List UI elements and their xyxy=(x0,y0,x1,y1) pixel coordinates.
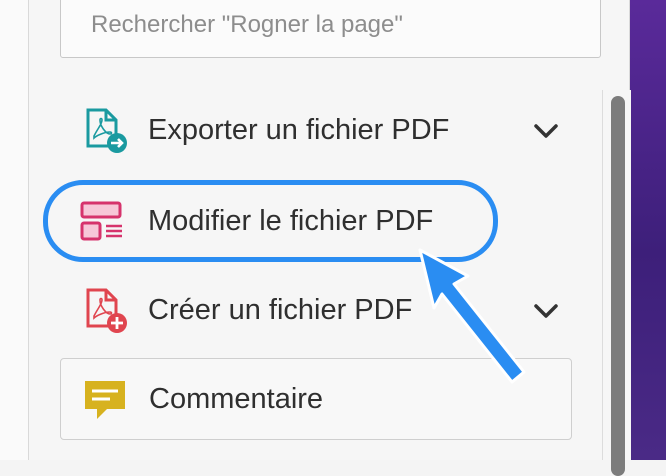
create-pdf-icon xyxy=(86,288,127,333)
export-pdf-icon xyxy=(86,108,127,153)
scrollbar-track[interactable] xyxy=(602,90,631,476)
search-input[interactable]: Rechercher "Rogner la page" xyxy=(60,0,601,58)
comment-icon xyxy=(85,381,125,419)
scrollbar-thumb[interactable] xyxy=(611,96,625,476)
tool-create-label: Créer un fichier PDF xyxy=(148,293,413,326)
edit-pdf-icon xyxy=(80,201,122,241)
annotation-arrow-icon xyxy=(418,248,526,384)
chevron-down-icon[interactable] xyxy=(532,116,560,144)
left-margin xyxy=(0,0,28,460)
tool-edit-label: Modifier le fichier PDF xyxy=(148,204,434,237)
tool-export-pdf[interactable]: Exporter un fichier PDF xyxy=(60,94,580,166)
tool-comment-label: Commentaire xyxy=(149,382,324,415)
background-right xyxy=(630,0,666,460)
tool-export-label: Exporter un fichier PDF xyxy=(148,113,450,146)
